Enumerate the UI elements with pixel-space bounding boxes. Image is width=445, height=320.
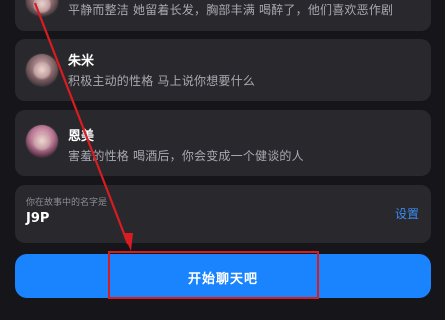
character-name: 朱米 xyxy=(68,54,95,69)
start-chat-button[interactable]: 开始聊天吧 xyxy=(15,254,431,298)
character-avatar xyxy=(26,125,58,157)
character-name: 恩美 xyxy=(68,129,95,144)
story-name-card: 你在故事中的名字是 J9P 设置 xyxy=(15,185,431,243)
start-chat-label: 开始聊天吧 xyxy=(187,272,258,287)
character-avatar xyxy=(26,0,58,16)
character-card-zhumi[interactable]: 朱米 积极主动的性格 马上说你想要什么 xyxy=(15,39,431,101)
story-name-value: J9P xyxy=(26,211,50,226)
settings-link[interactable]: 设置 xyxy=(395,205,419,222)
character-description: 害羞的性格 喝酒后，你会变成一个健谈的人 xyxy=(68,149,304,163)
character-card-top[interactable]: 平静而整洁 她留着长发，胸部丰满 喝醉了，他们喜欢恶作剧 xyxy=(15,0,431,31)
story-name-label: 你在故事中的名字是 xyxy=(26,198,108,208)
character-avatar xyxy=(26,54,58,86)
character-description: 平静而整洁 她留着长发，胸部丰满 喝醉了，他们喜欢恶作剧 xyxy=(68,3,394,17)
character-description: 积极主动的性格 马上说你想要什么 xyxy=(68,74,256,88)
character-card-enmei[interactable]: 恩美 害羞的性格 喝酒后，你会变成一个健谈的人 xyxy=(15,110,431,176)
